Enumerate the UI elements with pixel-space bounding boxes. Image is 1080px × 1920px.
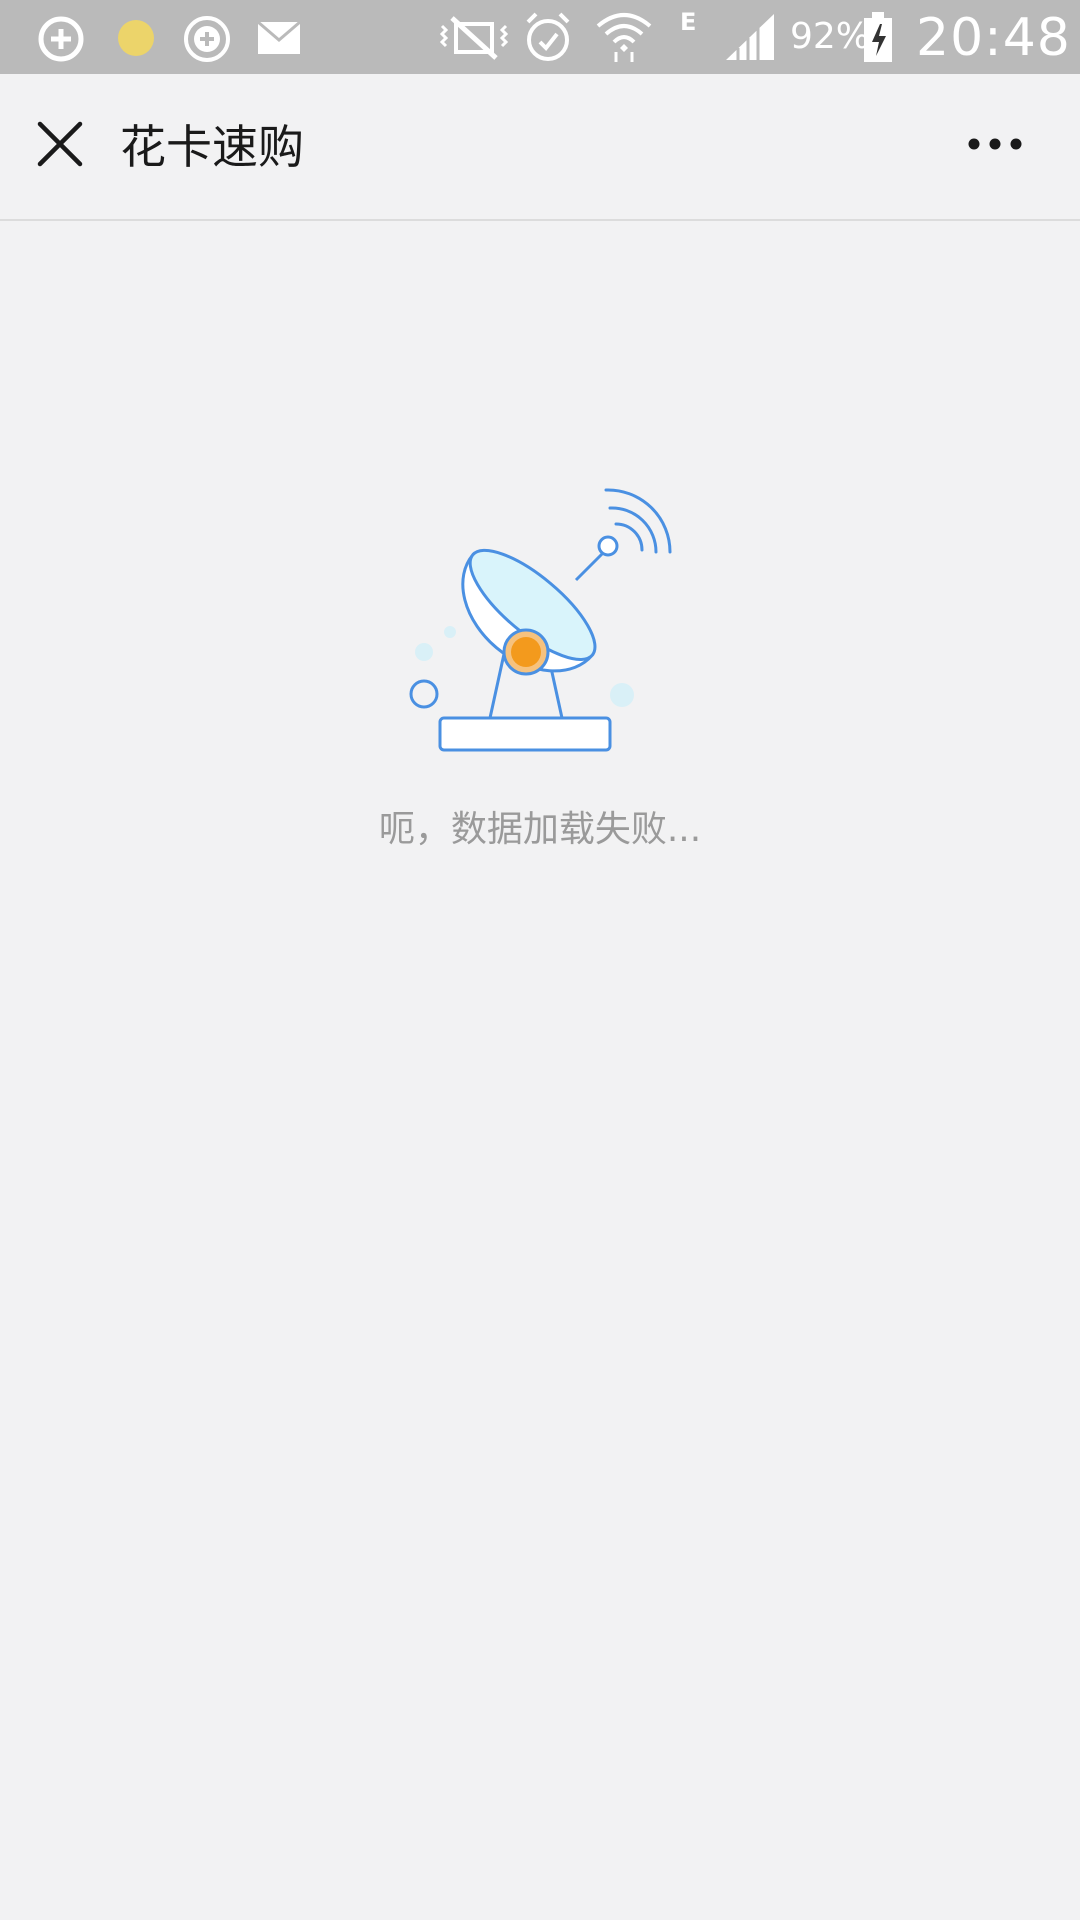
title-bar: 花卡速购 [0,74,1080,221]
network-type-label: E [680,8,697,36]
battery-percentage: 92% [790,16,871,57]
error-message: 呃，数据加载失败... [378,809,702,850]
wifi-icon [596,13,652,62]
mail-icon [257,20,301,54]
vibrate-mute-icon [439,16,509,60]
add-circle-icon [184,16,230,62]
status-time: 20:48 [916,8,1071,68]
signal-icon [726,14,774,60]
page-title: 花卡速购 [120,120,304,174]
more-dots-icon [968,138,1022,150]
alarm-clock-icon [526,12,570,61]
battery-charging-icon [864,12,892,62]
app-notification-icon [38,16,84,62]
satellite-dish-icon [409,488,672,752]
close-button[interactable] [20,104,100,184]
status-bar: E 92% 20:48 [0,0,1080,74]
yellow-dot-icon [118,20,154,56]
close-icon [37,121,83,167]
more-options-button[interactable] [950,104,1040,184]
